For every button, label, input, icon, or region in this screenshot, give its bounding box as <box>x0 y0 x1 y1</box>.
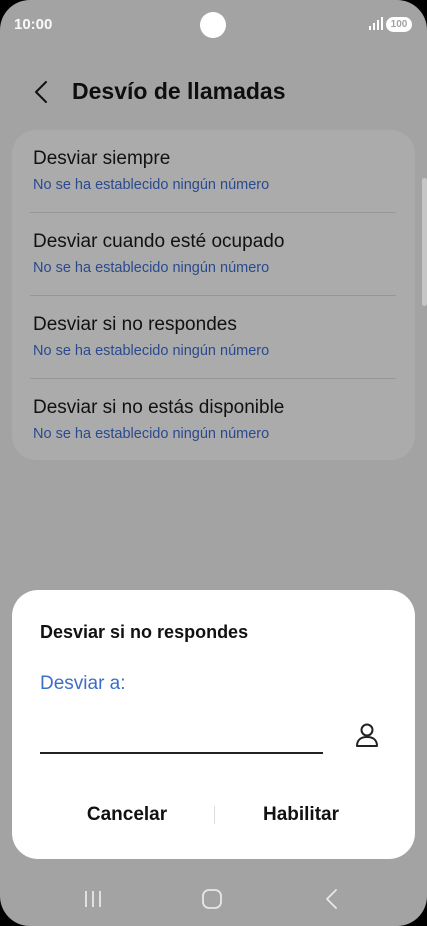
option-title: Desviar si no respondes <box>33 314 237 335</box>
back-arrow-icon[interactable] <box>28 78 56 106</box>
forwarding-options-list: Desviar siempre No se ha establecido nin… <box>12 130 415 460</box>
status-time: 10:00 <box>14 16 53 33</box>
home-icon[interactable] <box>194 883 230 915</box>
signal-icon <box>369 17 383 30</box>
option-always-forward[interactable]: Desviar siempre No se ha establecido nin… <box>33 130 397 212</box>
scroll-handle[interactable] <box>422 178 427 306</box>
person-icon[interactable] <box>352 720 382 750</box>
status-bar: 10:00 100 <box>0 0 427 50</box>
option-subtitle: No se ha establecido ningún número <box>33 343 270 359</box>
option-title: Desviar si no estás disponible <box>33 397 285 418</box>
option-forward-when-busy[interactable]: Desviar cuando esté ocupado No se ha est… <box>33 213 397 295</box>
camera-cutout <box>200 12 226 38</box>
recent-apps-icon[interactable] <box>75 883 111 915</box>
button-divider <box>214 806 215 824</box>
forward-number-dialog: Desviar si no respondes Desviar a: Cance… <box>12 590 415 859</box>
option-subtitle: No se ha establecido ningún número <box>33 426 270 442</box>
dialog-title: Desviar si no respondes <box>40 622 249 642</box>
option-subtitle: No se ha establecido ningún número <box>33 177 270 193</box>
app-header: Desvío de llamadas <box>0 70 427 114</box>
navigation-bar <box>0 875 427 926</box>
enable-button[interactable]: Habilitar <box>216 790 386 840</box>
forward-to-label: Desviar a: <box>40 673 126 694</box>
option-forward-when-unreachable[interactable]: Desviar si no estás disponible No se ha … <box>33 379 397 461</box>
option-title: Desviar cuando esté ocupado <box>33 231 285 252</box>
screen: 10:00 100 Desvío de llamadas Desviar sie… <box>0 0 427 926</box>
forward-number-input[interactable] <box>40 712 323 754</box>
cancel-button[interactable]: Cancelar <box>42 790 212 840</box>
page-title: Desvío de llamadas <box>72 78 286 104</box>
option-forward-when-unanswered[interactable]: Desviar si no respondes No se ha estable… <box>33 296 397 378</box>
option-title: Desviar siempre <box>33 148 171 169</box>
back-icon[interactable] <box>314 883 350 915</box>
option-subtitle: No se ha establecido ningún número <box>33 260 270 276</box>
battery-indicator: 100 <box>386 17 412 32</box>
